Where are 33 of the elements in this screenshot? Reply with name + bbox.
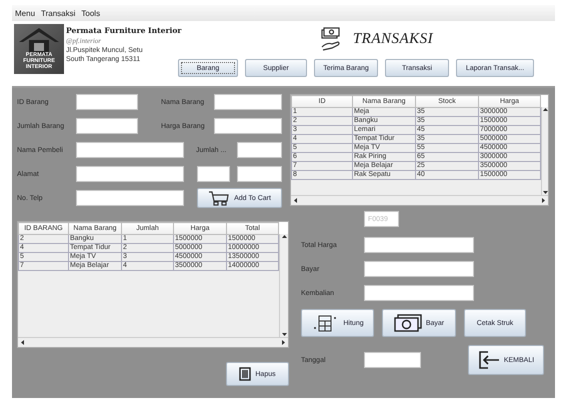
menu-item[interactable]: Transaksi	[41, 8, 76, 18]
input-field[interactable]	[76, 166, 184, 182]
house-icon	[17, 26, 61, 56]
input-field[interactable]	[364, 261, 474, 277]
input-field[interactable]	[214, 118, 282, 134]
banknote-icon	[394, 314, 422, 332]
exit-arrow-icon	[478, 351, 500, 369]
input-field[interactable]	[364, 285, 474, 301]
input-field[interactable]	[76, 94, 138, 110]
page-title: TRANSAKSI	[352, 30, 434, 48]
scroll-left-icon	[293, 198, 298, 203]
vertical-scrollbar[interactable]	[541, 107, 548, 195]
menu-item[interactable]: Menu	[15, 8, 36, 18]
trash-icon	[239, 367, 252, 381]
input-field[interactable]	[364, 352, 421, 368]
input-field[interactable]	[76, 118, 138, 134]
scroll-up-icon	[542, 107, 548, 112]
input-field[interactable]	[197, 166, 230, 182]
vertical-scrollbar[interactable]	[279, 234, 288, 337]
menu-item[interactable]: Tools	[81, 8, 100, 18]
input-field[interactable]	[237, 142, 282, 158]
horizontal-scrollbar[interactable]	[18, 337, 288, 347]
input-field[interactable]	[76, 190, 184, 206]
input-field[interactable]	[214, 94, 282, 110]
input-field[interactable]	[364, 237, 474, 253]
input-field[interactable]	[76, 142, 184, 158]
scroll-up-icon	[282, 234, 286, 239]
horizontal-scrollbar[interactable]	[291, 195, 548, 205]
scroll-right-icon	[541, 198, 546, 203]
scroll-right-icon	[281, 340, 286, 345]
cart-icon	[208, 190, 230, 206]
scroll-left-icon	[20, 340, 25, 345]
input-field[interactable]	[237, 166, 282, 182]
